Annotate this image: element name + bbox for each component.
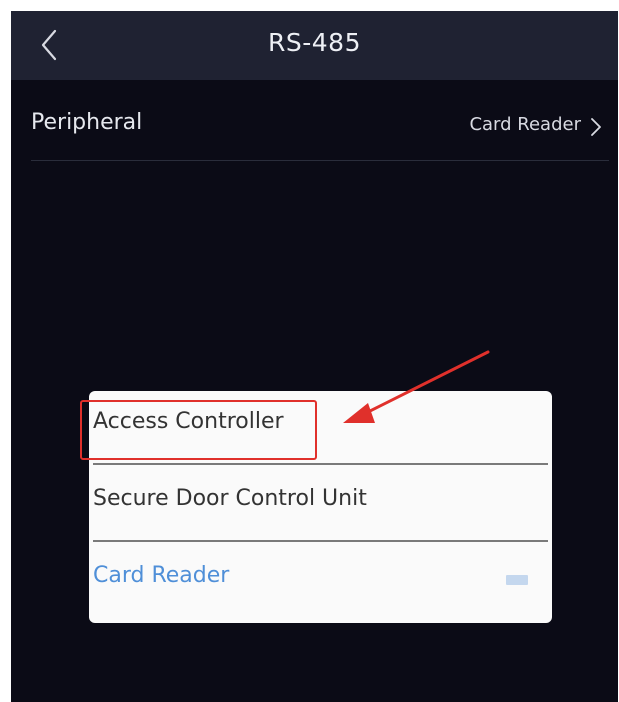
option-label: Secure Door Control Unit — [93, 486, 367, 511]
option-card-reader[interactable]: Card Reader — [93, 545, 548, 621]
peripheral-options-popup: Access Controller Secure Door Control Un… — [89, 391, 552, 623]
page-title: RS-485 — [268, 28, 361, 57]
peripheral-label: Peripheral — [31, 110, 143, 135]
header-bar: RS-485 — [11, 11, 618, 80]
selected-indicator-icon — [506, 575, 528, 585]
option-divider — [93, 463, 548, 465]
option-access-controller[interactable]: Access Controller — [93, 391, 548, 467]
option-divider — [93, 540, 548, 542]
device-screen: RS-485 Peripheral Card Reader Access Con… — [11, 11, 618, 702]
option-label: Card Reader — [93, 563, 230, 588]
chevron-right-icon — [589, 116, 603, 138]
peripheral-setting-row[interactable]: Peripheral Card Reader — [31, 100, 609, 161]
option-secure-door-control-unit[interactable]: Secure Door Control Unit — [93, 468, 548, 544]
peripheral-value: Card Reader — [469, 114, 581, 135]
option-label: Access Controller — [93, 409, 284, 434]
